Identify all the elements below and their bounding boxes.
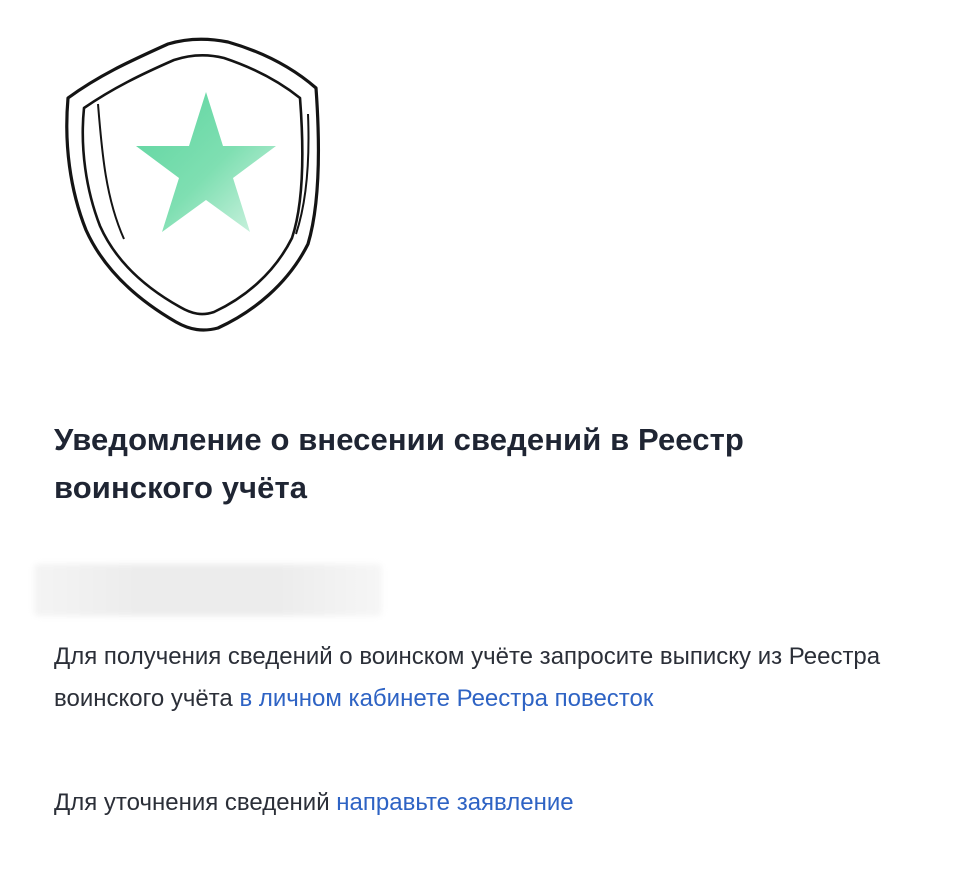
clarification-instructions-text: Для уточнения сведений	[54, 789, 337, 816]
extract-instructions: Для получения сведений о воинском учёте …	[54, 636, 914, 720]
submit-application-link[interactable]: направьте заявление	[336, 789, 573, 816]
shield-star-icon	[58, 34, 324, 332]
redacted-value	[34, 564, 382, 616]
clarification-instructions: Для уточнения сведений направьте заявлен…	[54, 782, 914, 824]
summons-registry-cabinet-link[interactable]: в личном кабинете Реестра повесток	[239, 685, 653, 712]
page-title: Уведомление о внесении сведений в Реестр…	[54, 422, 744, 505]
